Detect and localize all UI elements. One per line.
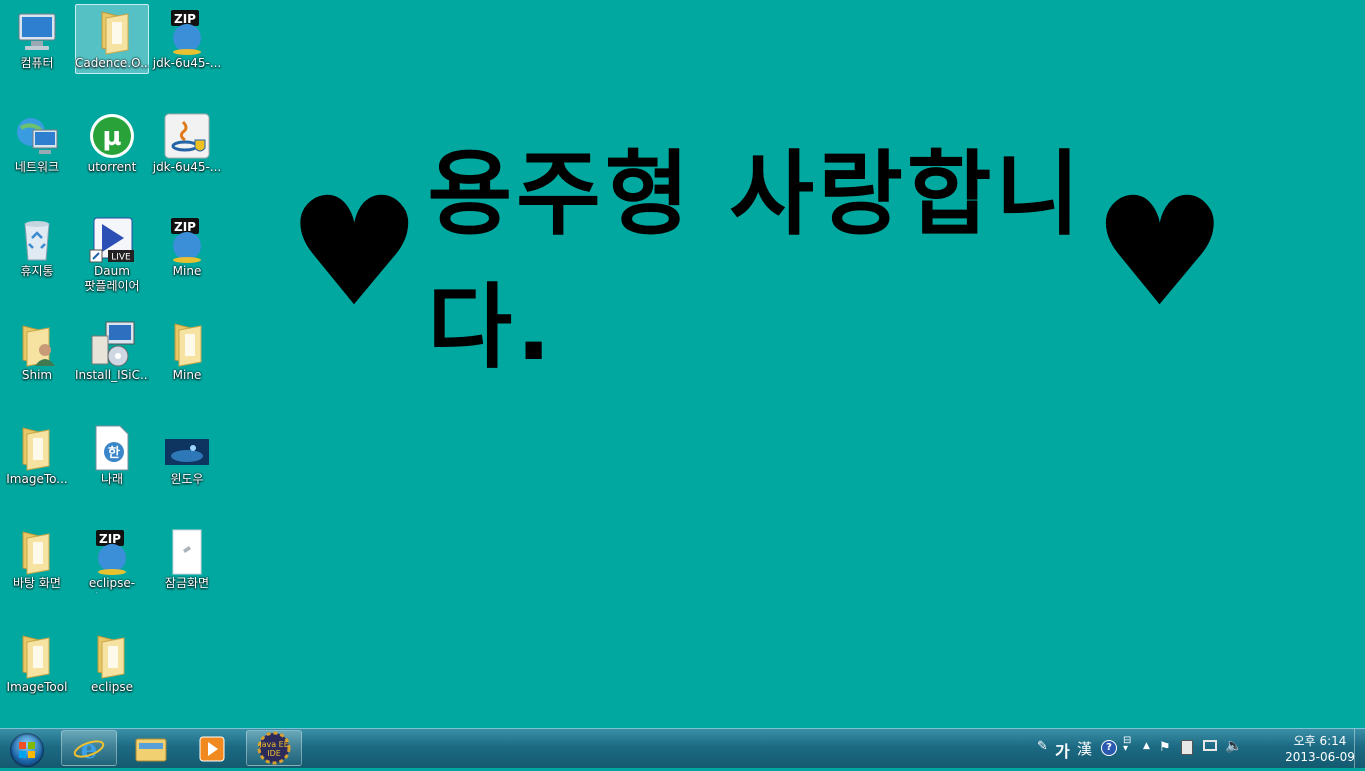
svg-text:µ: µ bbox=[102, 122, 121, 152]
desktop: ♥ 용주형 사랑합니다. ♥ 컴퓨터 Cadence.O... ZIP jdk-… bbox=[0, 0, 1365, 728]
desktop-icon-computer[interactable]: 컴퓨터 bbox=[0, 4, 74, 74]
ime-options-icon[interactable]: ⊟ ▾ bbox=[1123, 736, 1131, 754]
taskbar: e Java EE IDE ✎ 가 漢 ? ⊟ ▾ ▲ ⚑ 🔈 오후 6:14 20… bbox=[0, 728, 1365, 768]
desktop-icon-label: Shim bbox=[21, 368, 53, 382]
zip-icon: ZIP bbox=[163, 8, 211, 56]
hwp-document-icon: 한 bbox=[88, 424, 136, 472]
desktop-icon-label: Mine bbox=[172, 264, 202, 278]
installer-icon bbox=[88, 320, 136, 368]
desktop-icon-jdk-installer[interactable]: jdk-6u45-... bbox=[150, 108, 224, 178]
svg-text:ZIP: ZIP bbox=[174, 12, 196, 26]
desktop-icon-label: Daum 팟플레이어 bbox=[84, 264, 140, 293]
folder-icon bbox=[88, 8, 136, 56]
clock-date: 2013-06-09 bbox=[1285, 750, 1355, 764]
image-thumbnail-icon bbox=[163, 424, 211, 472]
media-player-icon bbox=[199, 736, 225, 762]
recycle-bin-icon bbox=[13, 216, 61, 264]
heart-left-glyph: ♥ bbox=[287, 166, 422, 340]
folder-icon bbox=[13, 632, 61, 680]
desktop-icon-label: ImageTool bbox=[6, 680, 68, 694]
desktop-icon-imagetool[interactable]: ImageTool bbox=[0, 628, 74, 698]
desktop-icon-label: 바탕 화면 bbox=[13, 576, 61, 590]
folder-icon bbox=[13, 528, 61, 576]
desktop-icon-potplayer[interactable]: LIVE Daum 팟플레이어 bbox=[75, 212, 149, 298]
desktop-icon-label: Install_ISiC... bbox=[75, 368, 149, 382]
help-icon[interactable]: ? bbox=[1101, 740, 1117, 756]
desktop-icon-network[interactable]: 네트워크 bbox=[0, 108, 74, 178]
desktop-icon-recycle-bin[interactable]: 휴지통 bbox=[0, 212, 74, 282]
desktop-icon-label: jdk-6u45-... bbox=[152, 56, 222, 70]
desktop-icon-mine-zip[interactable]: ZIP Mine bbox=[150, 212, 224, 282]
java-ee-ide-icon: Java EEIDE bbox=[257, 731, 291, 765]
clock-time: 오후 6:14 bbox=[1293, 734, 1347, 748]
show-hidden-icons-chevron-up-icon[interactable]: ▲ bbox=[1143, 741, 1150, 751]
desktop-icon-label: ImageTo... bbox=[6, 472, 68, 486]
desktop-icon-label: 잠금화면 bbox=[164, 576, 210, 590]
desktop-icon-label: Cadence.O... bbox=[75, 56, 149, 70]
ie-icon: e bbox=[73, 735, 105, 765]
folder-icon bbox=[88, 632, 136, 680]
desktop-icon-install-isic[interactable]: Install_ISiC... bbox=[75, 316, 149, 386]
desktop-icon-utorrent[interactable]: µ utorrent bbox=[75, 108, 149, 178]
desktop-icon-label: 컴퓨터 bbox=[20, 56, 54, 70]
desktop-icon-jdk-zip[interactable]: ZIP jdk-6u45-... bbox=[150, 4, 224, 74]
desktop-icon-desktop-folder[interactable]: 바탕 화면 bbox=[0, 524, 74, 594]
show-desktop-button[interactable] bbox=[1354, 729, 1365, 768]
volume-icon[interactable]: 🔈 bbox=[1225, 738, 1242, 754]
folder-icon bbox=[13, 424, 61, 472]
system-clock[interactable]: 오후 6:14 2013-06-09 bbox=[1283, 733, 1357, 765]
computer-icon bbox=[13, 8, 61, 56]
desktop-icon-label: 휴지통 bbox=[20, 264, 54, 278]
wallpaper-message-text: 용주형 사랑합니다. bbox=[427, 141, 1084, 381]
start-button[interactable] bbox=[5, 731, 49, 767]
desktop-icon-label: Mine bbox=[172, 368, 202, 382]
device-icon[interactable] bbox=[1181, 740, 1193, 755]
desktop-icon-label: eclipse bbox=[91, 680, 133, 694]
desktop-icon-label: eclipse-jee-... bbox=[88, 576, 136, 593]
svg-text:e: e bbox=[81, 735, 98, 765]
svg-text:ZIP: ZIP bbox=[99, 532, 121, 546]
desktop-icon-lock-screen[interactable]: 잠금화면 bbox=[150, 524, 224, 594]
desktop-icon-eclipse-zip[interactable]: ZIP eclipse-jee-... bbox=[75, 524, 149, 594]
network-icon bbox=[13, 112, 61, 160]
svg-text:Java EE: Java EE bbox=[258, 740, 289, 749]
svg-text:한: 한 bbox=[108, 445, 120, 461]
user-folder-icon bbox=[13, 320, 61, 368]
network-status-icon[interactable] bbox=[1203, 740, 1217, 751]
desktop-icon-narae[interactable]: 한 나래 bbox=[75, 420, 149, 490]
folder-icon bbox=[163, 320, 211, 368]
folder-icon bbox=[135, 738, 167, 762]
zip-icon: ZIP bbox=[163, 216, 211, 264]
desktop-icon-windows-image[interactable]: 윈도우 bbox=[150, 420, 224, 490]
desktop-icon-shim[interactable]: Shim bbox=[0, 316, 74, 386]
utorrent-icon: µ bbox=[88, 112, 136, 160]
taskbar-media-player[interactable] bbox=[184, 730, 240, 766]
file-icon bbox=[163, 528, 211, 576]
windows-logo-icon bbox=[10, 733, 44, 767]
taskbar-java-ee-ide[interactable]: Java EE IDE bbox=[246, 730, 302, 766]
desktop-icon-cadence[interactable]: Cadence.O... bbox=[75, 4, 149, 74]
java-installer-icon bbox=[163, 112, 211, 160]
ime-hanja-toggle[interactable]: 漢 bbox=[1077, 738, 1092, 759]
svg-text:IDE: IDE bbox=[267, 749, 281, 758]
action-center-flag-icon[interactable]: ⚑ bbox=[1159, 740, 1171, 755]
desktop-icon-label: 윈도우 bbox=[170, 472, 204, 486]
taskbar-explorer[interactable] bbox=[123, 730, 179, 766]
svg-text:LIVE: LIVE bbox=[111, 253, 131, 263]
desktop-icon-label: 네트워크 bbox=[14, 160, 60, 174]
taskbar-internet-explorer[interactable]: e bbox=[61, 730, 117, 766]
potplayer-icon: LIVE bbox=[88, 216, 136, 264]
heart-right-glyph: ♥ bbox=[1092, 166, 1227, 340]
wallpaper-message: ♥ 용주형 사랑합니다. ♥ bbox=[287, 141, 1227, 381]
desktop-icon-label: jdk-6u45-... bbox=[152, 160, 222, 174]
svg-text:ZIP: ZIP bbox=[174, 220, 196, 234]
ime-language-toggle[interactable]: 가 bbox=[1055, 738, 1070, 762]
desktop-icon-label: 나래 bbox=[100, 472, 124, 486]
desktop-icon-imagetool-trunc[interactable]: ImageTo... bbox=[0, 420, 74, 490]
desktop-icon-label: utorrent bbox=[87, 160, 137, 174]
zip-icon: ZIP bbox=[88, 528, 136, 576]
desktop-icon-mine-folder[interactable]: Mine bbox=[150, 316, 224, 386]
ime-tool-icon[interactable]: ✎ bbox=[1037, 739, 1048, 754]
desktop-icon-eclipse[interactable]: eclipse bbox=[75, 628, 149, 698]
